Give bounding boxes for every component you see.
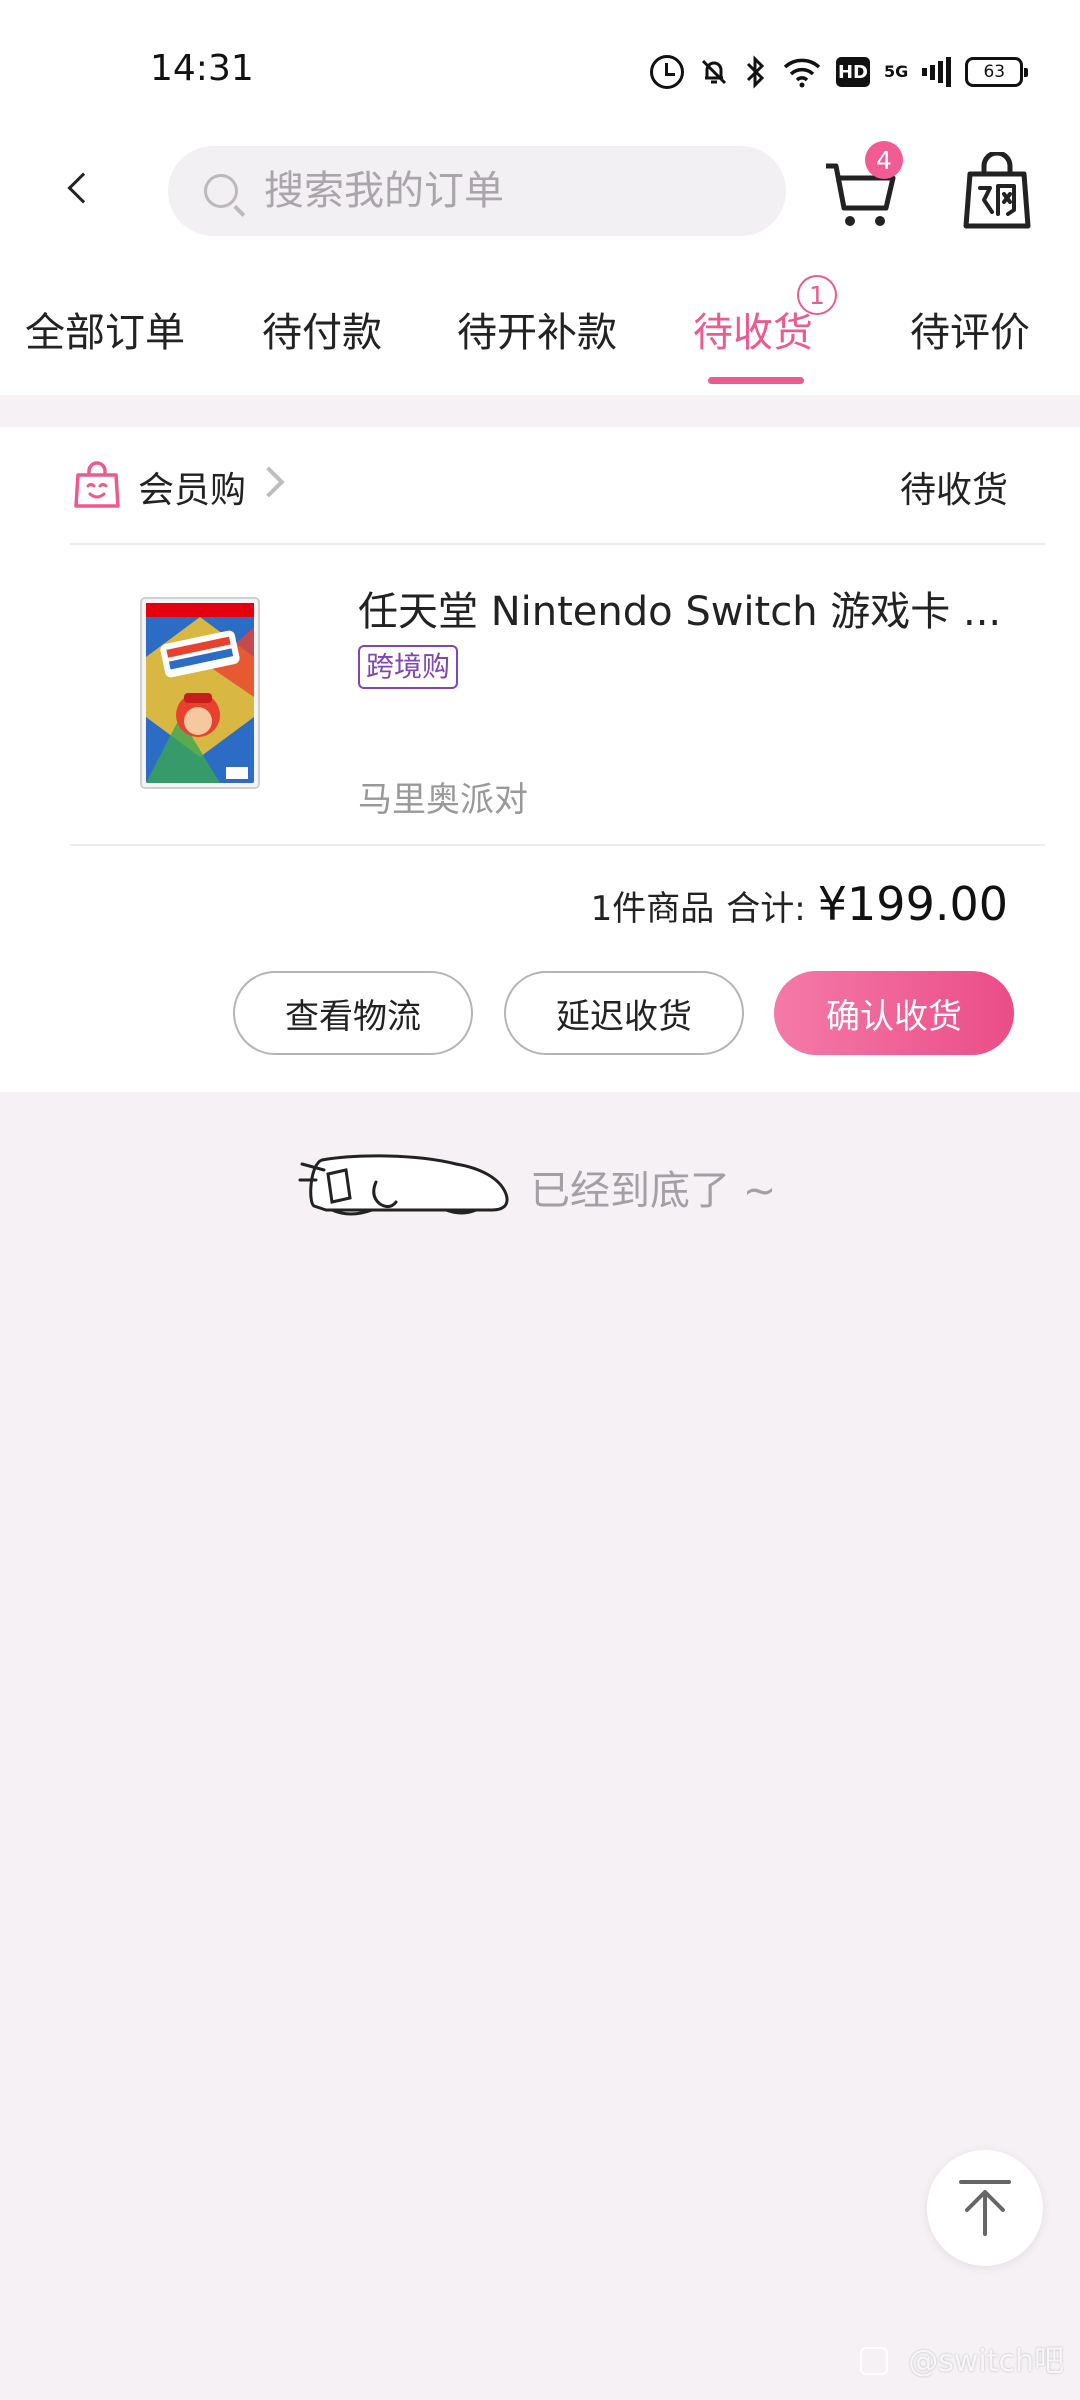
order-status: 待收货 (899, 470, 1008, 511)
watermark: @switch吧 (860, 2336, 1064, 2380)
bell-off-icon (698, 56, 730, 88)
tab-pending-review[interactable]: 待评价 (910, 300, 1030, 358)
delay-receipt-button[interactable]: 延迟收货 (504, 971, 744, 1055)
confirm-receipt-button[interactable]: 确认收货 (774, 971, 1014, 1055)
watermark-text: @switch吧 (908, 2344, 1064, 2379)
member-shop-icon (74, 461, 120, 508)
store-name: 会员购 (138, 470, 247, 511)
status-time: 14:31 (150, 48, 254, 89)
alarm-icon (650, 55, 684, 89)
hd-icon: HD (836, 57, 870, 87)
tab-all-orders[interactable]: 全部订单 (25, 300, 185, 358)
end-of-list-text: 已经到底了 ~ (530, 1168, 777, 1214)
total-label: 合计: (726, 889, 806, 929)
active-tab-indicator (708, 377, 804, 384)
arrow-up-icon (959, 2180, 1011, 2236)
total-amount: ¥199.00 (817, 877, 1008, 931)
lying-mascot-icon (298, 1154, 509, 1216)
product-title[interactable]: 任天堂 Nintendo Switch 游戏卡 ... (358, 579, 1008, 637)
back-button[interactable] (50, 160, 106, 216)
tab-pending-payment[interactable]: 待付款 (262, 300, 382, 358)
camera-icon (860, 2347, 889, 2375)
chevron-right-icon (253, 466, 285, 498)
cart-count-badge: 4 (865, 141, 903, 179)
battery-icon: 63 (965, 57, 1029, 87)
wifi-icon (782, 56, 822, 88)
network-label: 5G (884, 62, 909, 81)
tab-pending-supplement[interactable]: 待开补款 (457, 300, 617, 358)
store-header[interactable]: 会员购 待收货 (0, 427, 1080, 544)
5g-signal-icon: 5G (884, 64, 908, 80)
back-to-top-button[interactable] (927, 2150, 1043, 2266)
cross-border-tag: 跨境购 (358, 645, 459, 689)
product-spec: 马里奥派对 (358, 780, 528, 820)
order-tabs: 全部订单 待付款 待开补款 待收货 待评价 (0, 300, 1080, 390)
bluetooth-icon (744, 55, 768, 89)
divider (70, 844, 1045, 846)
back-arrow-icon (67, 172, 99, 204)
search-icon (204, 174, 238, 208)
view-logistics-button[interactable]: 查看物流 (233, 971, 473, 1055)
signal-bars-icon (922, 57, 952, 87)
order-total: 1件商品 合计: ¥199.00 (591, 877, 1008, 931)
order-card[interactable]: 会员购 待收货 任天堂 Nintendo Switch 游戏卡 ... 跨境购 … (0, 427, 1080, 1092)
item-count: 1件商品 (590, 889, 715, 929)
tab-pending-receipt[interactable]: 待收货 (693, 300, 813, 358)
shopping-bag-icon (963, 150, 1031, 229)
end-of-list: 已经到底了 ~ (296, 1150, 796, 1218)
search-bar[interactable] (168, 146, 786, 236)
search-input[interactable] (264, 168, 744, 214)
status-icons: HD 5G 63 (650, 50, 1029, 94)
divider (70, 543, 1045, 545)
product-image[interactable] (140, 597, 260, 789)
tab-count-badge: 1 (797, 275, 837, 315)
shopping-bag-button[interactable] (962, 150, 1032, 232)
